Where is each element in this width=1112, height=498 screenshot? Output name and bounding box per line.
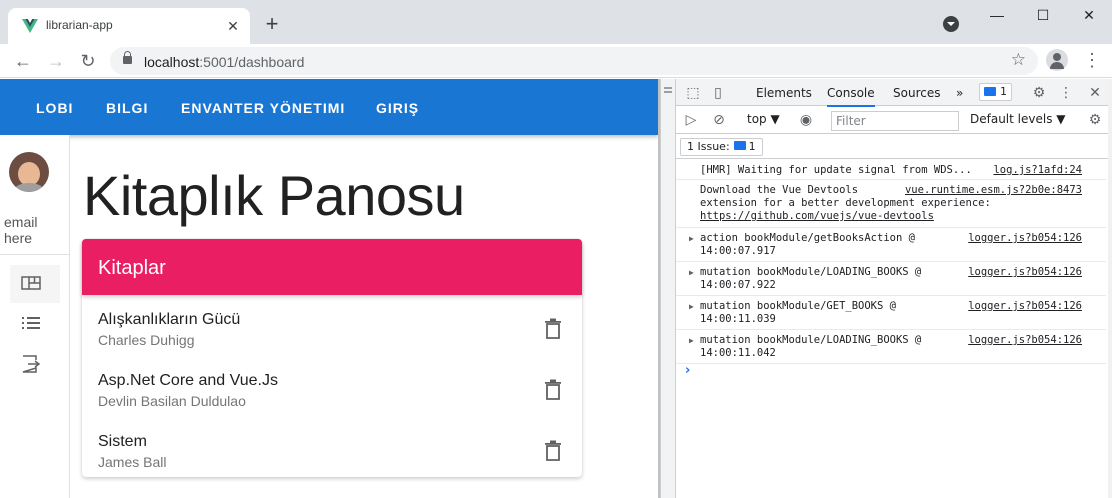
book-author: Devlin Basilan Duldulao: [98, 393, 246, 409]
nav-link-bilgi[interactable]: BILGI: [106, 100, 148, 116]
browser-tab[interactable]: librarian-app ✕: [8, 8, 250, 44]
card-header: Kitaplar: [82, 239, 582, 295]
clear-console-icon[interactable]: ⊘: [710, 111, 728, 129]
delete-icon[interactable]: [544, 318, 562, 340]
sidebar-item-logout[interactable]: [10, 345, 60, 383]
book-title: Asp.Net Core and Vue.Js: [98, 372, 278, 389]
sidebar-item-dashboard[interactable]: [10, 265, 60, 303]
log-entry[interactable]: ▶ mutation bookModule/LOADING_BOOKS @ 14…: [676, 262, 1106, 296]
url-text: localhost:5001/dashboard: [144, 54, 305, 70]
browser-menu-icon[interactable]: ⋮: [1082, 50, 1102, 70]
device-toolbar-icon[interactable]: ▯: [709, 84, 727, 102]
minimize-button[interactable]: —: [974, 0, 1020, 30]
log-source-link[interactable]: logger.js?b054:126: [968, 300, 1082, 313]
log-source-link[interactable]: logger.js?b054:126: [968, 232, 1082, 245]
new-tab-button[interactable]: +: [261, 13, 283, 35]
expand-caret-icon[interactable]: ▶: [689, 266, 694, 279]
console-toolbar: ▷ ⊘ top ▼ ◉ Filter Default levels ▼ ⚙: [676, 107, 1112, 134]
filter-input[interactable]: Filter: [831, 111, 959, 131]
app-viewport: LOBI BILGI ENVANTER YÖNETIMI GIRIŞ email…: [0, 79, 660, 498]
bookmark-star-icon[interactable]: ☆: [1011, 50, 1026, 70]
log-source-link[interactable]: logger.js?b054:126: [968, 334, 1082, 347]
card-title: Kitaplar: [98, 257, 166, 279]
nav-link-giris[interactable]: GIRIŞ: [376, 100, 419, 116]
reload-icon[interactable]: ↻: [76, 49, 100, 73]
forward-arrow-icon[interactable]: →: [44, 49, 68, 73]
eye-icon[interactable]: ◉: [797, 111, 815, 129]
vue-logo-icon: [22, 19, 38, 33]
console-prompt[interactable]: ›: [685, 363, 690, 378]
context-selector[interactable]: top ▼: [747, 112, 780, 126]
log-source-link[interactable]: log.js?1afd:24: [993, 164, 1082, 177]
maximize-button[interactable]: ☐: [1020, 0, 1066, 30]
book-author: James Ball: [98, 454, 167, 470]
tab-sources[interactable]: Sources: [893, 86, 940, 100]
list-item[interactable]: Sistem James Ball: [82, 423, 582, 483]
nav-link-envanter[interactable]: ENVANTER YÖNETIMI: [181, 100, 345, 116]
issues-bar: 1 Issue: 1: [676, 135, 1112, 159]
user-email: email here: [4, 214, 38, 246]
grip-line: [664, 91, 672, 93]
browser-toolbar: ← → ↻ localhost:5001/dashboard ☆: [0, 44, 1112, 78]
nav-link-lobi[interactable]: LOBI: [36, 100, 73, 116]
log-entry: Download the Vue Devtools extension for …: [676, 180, 1106, 228]
log-source-link[interactable]: logger.js?b054:126: [968, 266, 1082, 279]
tab-console[interactable]: Console: [827, 86, 875, 107]
back-arrow-icon[interactable]: ←: [11, 49, 35, 73]
devtools-menu-icon[interactable]: ⋮: [1057, 84, 1075, 102]
address-bar[interactable]: localhost:5001/dashboard ☆: [110, 47, 1038, 75]
console-scrollbar[interactable]: [1108, 79, 1112, 498]
issues-badge[interactable]: 1: [979, 83, 1012, 101]
console-settings-icon[interactable]: ⚙: [1086, 111, 1104, 129]
expand-caret-icon[interactable]: ▶: [689, 300, 694, 313]
list-item[interactable]: Asp.Net Core and Vue.Js Devlin Basilan D…: [82, 362, 582, 422]
log-entry[interactable]: ▶ action bookModule/getBooksAction @ 14:…: [676, 228, 1106, 262]
log-source-link[interactable]: vue.runtime.esm.js?2b0e:8473: [905, 184, 1082, 197]
side-nav: email here: [0, 135, 70, 498]
sidebar-divider: [0, 254, 69, 255]
delete-icon[interactable]: [544, 379, 562, 401]
page-title: Kitaplık Panosu: [83, 164, 465, 227]
lock-icon: [123, 51, 132, 64]
close-tab-icon[interactable]: ✕: [224, 17, 242, 35]
grip-line: [664, 87, 672, 89]
exit-icon: [22, 355, 41, 373]
inspect-element-icon[interactable]: ⬚: [684, 84, 702, 102]
log-entry[interactable]: ▶ mutation bookModule/GET_BOOKS @ 14:00:…: [676, 296, 1106, 330]
profile-avatar-icon[interactable]: [1046, 49, 1068, 71]
tab-elements[interactable]: Elements: [756, 86, 812, 100]
log-entry: [HMR] Waiting for update signal from WDS…: [676, 160, 1106, 180]
devtools-link[interactable]: https://github.com/vuejs/vue-devtools: [700, 210, 934, 223]
log-levels-select[interactable]: Default levels ▼: [970, 112, 1066, 126]
app-bar: LOBI BILGI ENVANTER YÖNETIMI GIRIŞ: [0, 79, 658, 135]
delete-icon[interactable]: [544, 440, 562, 462]
devtools-tab-bar: ⬚ ▯ Elements Console Sources » 1 ⚙ ⋮ ✕: [676, 79, 1112, 107]
book-author: Charles Duhigg: [98, 332, 195, 348]
book-title: Sistem: [98, 433, 147, 450]
user-avatar: [9, 152, 49, 192]
expand-caret-icon[interactable]: ▶: [689, 232, 694, 245]
tab-strip: librarian-app ✕ + — ☐ ✕: [0, 0, 1112, 44]
list-icon: [22, 317, 40, 329]
settings-gear-icon[interactable]: ⚙: [1030, 84, 1048, 102]
close-window-button[interactable]: ✕: [1066, 0, 1112, 30]
tab-title: librarian-app: [46, 18, 113, 32]
books-card: Kitaplar Alışkanlıkların Gücü Charles Du…: [82, 239, 582, 477]
devtools-panel: ⬚ ▯ Elements Console Sources » 1 ⚙ ⋮ ✕ ▷…: [676, 79, 1112, 498]
devtools-resize-handle[interactable]: [660, 79, 676, 498]
close-devtools-icon[interactable]: ✕: [1086, 84, 1104, 102]
sidebar-toggle-icon[interactable]: ▷: [682, 111, 700, 129]
book-title: Alışkanlıkların Gücü: [98, 311, 241, 328]
sidebar-item-list[interactable]: [10, 305, 60, 343]
dashboard-icon: [21, 276, 41, 290]
issues-button[interactable]: 1 Issue: 1: [680, 138, 763, 156]
tab-search-icon[interactable]: [943, 16, 959, 32]
more-tabs-button[interactable]: »: [956, 86, 963, 100]
list-item[interactable]: Alışkanlıkların Gücü Charles Duhigg: [82, 301, 582, 361]
log-entry[interactable]: ▶ mutation bookModule/LOADING_BOOKS @ 14…: [676, 330, 1106, 364]
expand-caret-icon[interactable]: ▶: [689, 334, 694, 347]
